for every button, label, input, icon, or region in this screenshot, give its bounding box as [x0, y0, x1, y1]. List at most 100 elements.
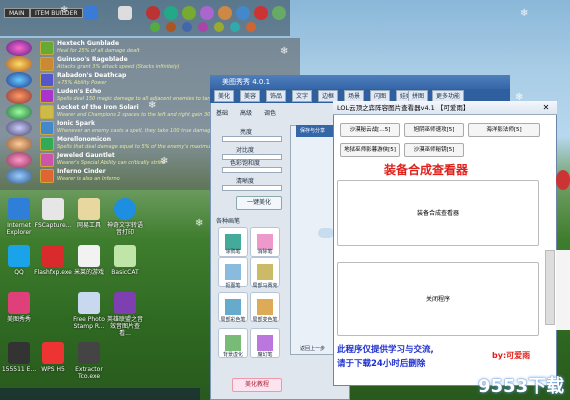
item-icon: [40, 153, 54, 167]
brush-label: 抠图笔: [225, 283, 241, 289]
one-click-beautify-button[interactable]: 一键美化: [236, 196, 282, 210]
item-desc: Wearer's Special Ability can critically …: [57, 160, 165, 166]
desktop-icon-wps[interactable]: WPS H5: [34, 342, 72, 373]
tab-meitu-0[interactable]: 美化: [214, 90, 235, 102]
snowflake-icon: ❄: [160, 156, 169, 167]
desktop-icon-tts[interactable]: 神奇文字转语音打印: [106, 198, 144, 236]
item-icon: [40, 41, 54, 55]
meitu-icon: [8, 292, 30, 314]
champion-icon-3[interactable]: [182, 6, 196, 20]
brush-label: 局部彩色笔: [220, 317, 246, 323]
desktop-icon-photostamp[interactable]: Free Photo Stamp R...: [70, 292, 108, 330]
canvas-handle[interactable]: [318, 228, 334, 238]
item-orb-5[interactable]: [6, 104, 32, 120]
item-orb-6[interactable]: [6, 120, 32, 136]
item-name: Guinsoo's Rageblade: [57, 56, 128, 63]
close-program-button[interactable]: 关闭程序: [337, 262, 539, 336]
subtab-color[interactable]: 调色: [264, 108, 276, 117]
slider-label: 对比度: [236, 147, 255, 154]
scrollbar[interactable]: [545, 250, 555, 325]
saturation-slider[interactable]: [222, 167, 282, 173]
flashfxp-icon: [42, 245, 64, 267]
back-step-label[interactable]: 返回上一步: [300, 345, 325, 352]
weibo-icon[interactable]: [556, 170, 570, 190]
desktop-icon-ie[interactable]: Internet Explorer: [0, 198, 38, 236]
item-row[interactable]: Hextech Gunblade Heal for 25% of all dama…: [40, 40, 320, 56]
lineup-button-3[interactable]: 海洋影法师[5]: [468, 123, 540, 137]
taskbar-strip: [0, 388, 200, 400]
lineup-button-2[interactable]: 旭阴巫师速攻[5]: [404, 123, 464, 137]
item-orb-8[interactable]: [6, 152, 32, 168]
close-icon[interactable]: ✕: [538, 103, 554, 113]
tab-main[interactable]: MAIN: [4, 8, 30, 18]
champion-icon-1[interactable]: [146, 6, 160, 20]
meitu-title: 美图秀秀 4.0.1: [222, 78, 271, 86]
brush-label: 背景虚化: [222, 352, 243, 358]
trait-icon-2[interactable]: [166, 22, 176, 32]
subtab-advanced[interactable]: 高级: [240, 108, 252, 117]
ie-icon: [8, 198, 30, 220]
trait-icon-1[interactable]: [150, 22, 160, 32]
blur-brush-icon: [225, 335, 241, 351]
champion-icon-2[interactable]: [164, 6, 178, 20]
trait-icon-3[interactable]: [182, 22, 192, 32]
desktop-icon-fscapture[interactable]: FSCapture...: [34, 198, 72, 229]
item-orb-2[interactable]: [6, 56, 32, 72]
item-icon: [40, 169, 54, 183]
trait-icon-4[interactable]: [198, 22, 208, 32]
equipment-viewer-button[interactable]: 装备合成查看器: [337, 180, 539, 246]
recolor-brush-icon: [257, 299, 273, 315]
champion-icon-7[interactable]: [254, 6, 268, 20]
color-brush-icon: [225, 299, 241, 315]
item-name: Inferno Cinder: [57, 168, 106, 175]
desktop-icon-extractor[interactable]: Extractor Tco.exe: [70, 342, 108, 380]
item-icon: [40, 89, 54, 103]
snowflake-icon: ❄: [148, 100, 157, 111]
tutorial-button[interactable]: 美化教程: [232, 378, 282, 392]
game-icon: [78, 245, 100, 267]
desktop-icon-basiccat[interactable]: BasicCAT: [106, 245, 144, 276]
tab-meitu-1[interactable]: 美容: [240, 90, 261, 102]
desktop-icon-tools[interactable]: 网易工具: [70, 198, 108, 229]
desktop-icon-qq[interactable]: QQ: [0, 245, 38, 276]
tab-meitu-3[interactable]: 文字: [292, 90, 313, 102]
desktop-icon-meitu[interactable]: 美图秀秀: [0, 292, 38, 323]
lineup-button-1[interactable]: 沙漠秘云战[…5]: [340, 123, 400, 137]
item-desc: +75% Ability Power: [57, 80, 107, 86]
item-name: Rabadon's Deathcap: [57, 72, 127, 79]
equipment-heading: 装备合成查看器: [384, 163, 469, 177]
champion-icon-5[interactable]: [218, 6, 232, 20]
item-orb-7[interactable]: [6, 136, 32, 152]
item-name: Luden's Echo: [57, 88, 102, 95]
item-orb-3[interactable]: [6, 72, 32, 88]
save-share-label[interactable]: 保存与分享: [296, 125, 336, 137]
item-orb-9[interactable]: [6, 168, 32, 184]
tab-meitu-2[interactable]: 饰品: [266, 90, 287, 102]
brightness-slider[interactable]: [222, 136, 282, 142]
brush-section-title: 各种画笔: [216, 218, 241, 225]
item-orb-4[interactable]: [6, 88, 32, 104]
item-orb-1[interactable]: [6, 40, 32, 56]
tab-item-builder[interactable]: ITEM BUILDER: [30, 8, 83, 18]
ie-top-icon[interactable]: [84, 6, 98, 20]
desktop-icon-flashfxp[interactable]: Flashfxp.exe: [34, 245, 72, 276]
slider-label: 亮度: [240, 129, 253, 136]
champion-icon-8[interactable]: [272, 6, 286, 20]
desktop-icon-game[interactable]: 米莱的游戏: [70, 245, 108, 276]
magic-brush-icon: [257, 335, 273, 351]
sharpness-slider[interactable]: [222, 185, 282, 191]
item-desc: Wearer is also an Inferno: [57, 176, 120, 182]
subtab-basic[interactable]: 基础: [216, 108, 228, 117]
lineup-button-4[interactable]: 地狱巫师影暮游侠[5]: [340, 143, 400, 157]
champion-icon-4[interactable]: [200, 6, 214, 20]
trait-icon-5[interactable]: [214, 22, 224, 32]
item-row[interactable]: Guinsoo's Rageblade Attacks grant 3% atta…: [40, 56, 320, 72]
desktop-icon-lolviewer[interactable]: 英雄联盟之音效音图片查看...: [106, 292, 144, 337]
lineup-button-5[interactable]: 沙漠巫师秘钥[5]: [404, 143, 464, 157]
document-top-icon[interactable]: [118, 6, 132, 20]
meitu-canvas-area: [290, 125, 335, 355]
desktop-icon-155511[interactable]: 155511 E...: [0, 342, 38, 373]
champion-icon-6[interactable]: [236, 6, 250, 20]
trait-icon-7[interactable]: [246, 22, 256, 32]
trait-icon-6[interactable]: [230, 22, 240, 32]
